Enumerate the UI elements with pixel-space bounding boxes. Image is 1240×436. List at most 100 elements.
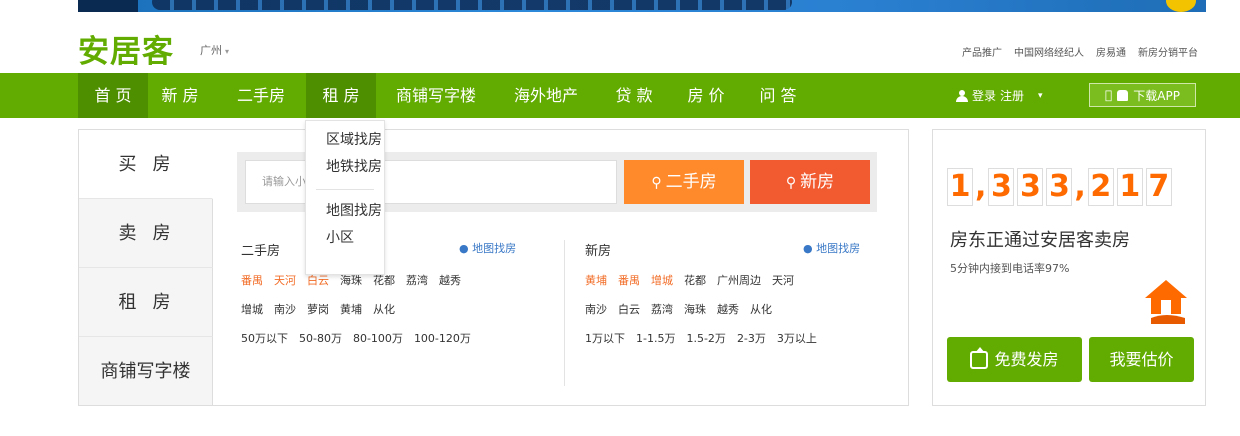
- counter-digit: 1: [947, 168, 973, 206]
- search-icon: ⚲: [785, 175, 797, 191]
- upload-icon: [970, 347, 989, 369]
- map-pin-icon: ●: [803, 242, 813, 255]
- district-link[interactable]: 越秀: [717, 303, 739, 316]
- second-hand-district-row: 番禺 天河 白云 海珠 花都 荔湾 越秀: [241, 272, 541, 288]
- nav-new-homes[interactable]: 新 房: [150, 73, 210, 118]
- nav-qa[interactable]: 问 答: [750, 73, 806, 118]
- price-link[interactable]: 100-120万: [414, 332, 471, 345]
- district-link[interactable]: 萝岗: [307, 303, 329, 316]
- download-app-label: 下载APP: [1129, 88, 1180, 103]
- price-link[interactable]: 80-100万: [353, 332, 403, 345]
- price-link[interactable]: 50万以下: [241, 332, 288, 345]
- tab-rent[interactable]: 租房: [79, 268, 213, 337]
- district-link[interactable]: 增城: [651, 274, 673, 287]
- district-link[interactable]: 南沙: [274, 303, 296, 316]
- menu-item-map-search[interactable]: 地图找房: [306, 198, 384, 225]
- tab-sell[interactable]: 卖房: [79, 199, 213, 268]
- district-link[interactable]: 黄埔: [585, 274, 607, 287]
- toplink-fangyitong[interactable]: 房易通: [1096, 44, 1126, 59]
- district-link[interactable]: 广州周边: [717, 274, 761, 287]
- toplink-broker[interactable]: 中国网络经纪人: [1014, 44, 1084, 59]
- district-link[interactable]: 荔湾: [406, 274, 428, 287]
- new-home-district-row: 黄埔 番禺 增城 花都 广州周边 天河: [585, 272, 885, 288]
- new-home-links: 新房 ● 地图找房 黄埔 番禺 增城 花都 广州周边 天河 南沙 白云 荔湾 海珠 越秀 从化 1万…: [585, 240, 885, 346]
- district-link[interactable]: 海珠: [684, 303, 706, 316]
- toplink-distribution[interactable]: 新房分销平台: [1138, 44, 1198, 59]
- search-icon: ⚲: [651, 175, 662, 191]
- district-link[interactable]: 黄埔: [340, 303, 362, 316]
- new-home-district-row: 南沙 白云 荔湾 海珠 越秀 从化: [585, 301, 885, 317]
- chevron-down-icon[interactable]: ▾: [1038, 91, 1043, 101]
- district-link[interactable]: 天河: [274, 274, 296, 287]
- tab-commercial[interactable]: 商铺写字楼: [79, 337, 213, 406]
- search-panel: 买房 卖房 租房 商铺写字楼 请输入小区名或地址 ⚲二手房 ⚲新房 二手房 ● …: [78, 129, 909, 406]
- second-hand-price-row: 50万以下 50-80万 80-100万 100-120万: [241, 330, 541, 346]
- banner-graphic: [78, 0, 138, 12]
- column-divider: [564, 240, 565, 386]
- tab-buy[interactable]: 买房: [79, 130, 213, 199]
- counter-digit: 3: [1017, 168, 1044, 206]
- district-link[interactable]: 白云: [618, 303, 640, 316]
- second-hand-map-label: 地图找房: [472, 242, 517, 255]
- nav-home[interactable]: 首 页: [78, 73, 148, 118]
- free-listing-label: 免费发房: [994, 350, 1059, 369]
- district-link[interactable]: 南沙: [585, 303, 607, 316]
- search-input[interactable]: 请输入小区名或地址: [245, 160, 617, 204]
- price-link[interactable]: 2-3万: [737, 332, 766, 345]
- site-logo[interactable]: 安居客: [78, 26, 174, 71]
- district-link[interactable]: 增城: [241, 303, 263, 316]
- nav-price[interactable]: 房 价: [678, 73, 734, 118]
- toplink-promo[interactable]: 产品推广: [962, 44, 1002, 59]
- city-selector[interactable]: 广州 ▾: [200, 42, 229, 58]
- chevron-down-icon: ▾: [225, 47, 230, 56]
- nav-commercial[interactable]: 商铺写字楼: [388, 73, 484, 118]
- download-app-button[interactable]:  下载APP: [1089, 83, 1196, 107]
- menu-item-area-search[interactable]: 区域找房: [306, 127, 384, 154]
- sell-promo-panel: 1 , 3 3 3 , 2 1 7 房东正通过安居客卖房 5分钟内接到电话率97…: [932, 129, 1206, 406]
- district-link[interactable]: 番禺: [241, 274, 263, 287]
- menu-item-community[interactable]: 小区: [306, 225, 384, 252]
- nav-overseas[interactable]: 海外地产: [506, 73, 586, 118]
- new-home-price-row: 1万以下 1-1.5万 1.5-2万 2-3万 3万以上: [585, 330, 885, 346]
- user-icon: [956, 89, 968, 102]
- nav-rent[interactable]: 租 房: [306, 73, 376, 118]
- promo-subtitle: 5分钟内接到电话率97%: [950, 262, 1070, 275]
- price-link[interactable]: 1.5-2万: [686, 332, 725, 345]
- search-new-home-button[interactable]: ⚲ 新房: [750, 160, 870, 204]
- district-link[interactable]: 番禺: [618, 274, 640, 287]
- counter-digit: 3: [1046, 168, 1073, 206]
- search-second-hand-label: 二手房: [665, 172, 717, 192]
- district-link[interactable]: 花都: [684, 274, 706, 287]
- price-link[interactable]: 1-1.5万: [636, 332, 675, 345]
- district-link[interactable]: 荔湾: [651, 303, 673, 316]
- nav-second-hand[interactable]: 二手房: [228, 73, 294, 118]
- site-header: 安居客 广州 ▾ 产品推广 中国网络经纪人 房易通 新房分销平台: [78, 26, 1206, 70]
- nav-loan[interactable]: 贷 款: [606, 73, 662, 118]
- login-link[interactable]: 登录: [972, 87, 996, 104]
- district-link[interactable]: 白云: [307, 274, 329, 287]
- search-tabs: 买房 卖房 租房 商铺写字楼: [79, 130, 213, 406]
- price-link[interactable]: 3万以上: [777, 332, 817, 345]
- city-name: 广州: [200, 44, 222, 57]
- price-link[interactable]: 50-80万: [299, 332, 342, 345]
- district-link[interactable]: 天河: [772, 274, 794, 287]
- new-home-map-link[interactable]: ● 地图找房: [803, 240, 860, 256]
- free-listing-button[interactable]: 免费发房: [947, 337, 1082, 382]
- counter-digit: 1: [1116, 168, 1143, 206]
- search-second-hand-button[interactable]: ⚲ 二手房: [624, 160, 744, 204]
- district-link[interactable]: 花都: [373, 274, 395, 287]
- top-banner-ad[interactable]: [78, 0, 1206, 12]
- new-home-map-label: 地图找房: [816, 242, 861, 255]
- second-hand-map-link[interactable]: ● 地图找房: [459, 240, 516, 256]
- counter-digit: 3: [988, 168, 1015, 206]
- district-link[interactable]: 海珠: [340, 274, 362, 287]
- district-link[interactable]: 从化: [750, 303, 772, 316]
- estimate-price-button[interactable]: 我要估价: [1089, 337, 1194, 382]
- price-link[interactable]: 1万以下: [585, 332, 625, 345]
- register-link[interactable]: 注册: [1000, 87, 1024, 104]
- login-area: 登录 注册 ▾: [956, 87, 1043, 104]
- district-link[interactable]: 从化: [373, 303, 395, 316]
- district-link[interactable]: 越秀: [439, 274, 461, 287]
- menu-item-metro-search[interactable]: 地铁找房: [306, 154, 384, 181]
- banner-graphic: [1166, 0, 1196, 12]
